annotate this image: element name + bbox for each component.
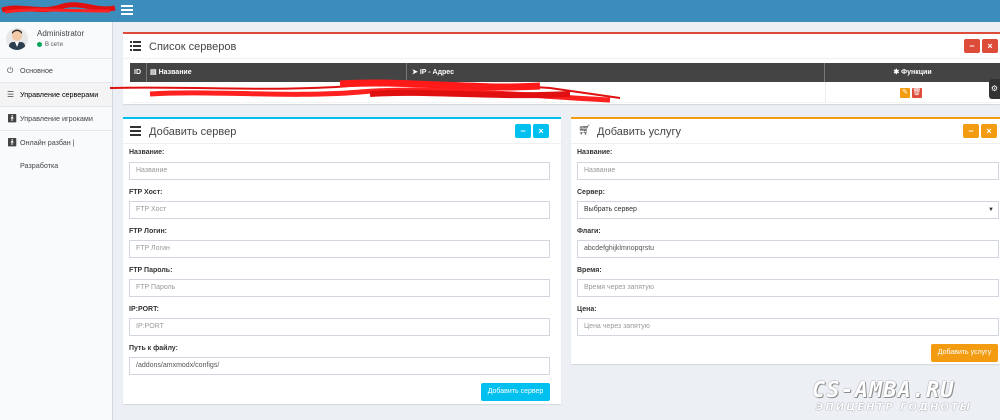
field-label: Время: bbox=[577, 267, 602, 274]
field-label: Название: bbox=[577, 149, 613, 156]
server-select-value: Выбрать сервер bbox=[584, 206, 637, 213]
watermark-logo: CS-AMBA.RU ЭПИЦЕНТР ГОДНОТЫ bbox=[812, 380, 992, 420]
redacted-logo-scribble bbox=[1, 2, 116, 14]
sidebar-item-label: Управление серверами bbox=[20, 90, 99, 99]
sidebar-item-main[interactable]: ⏻ Основное bbox=[0, 58, 112, 82]
sidebar-item-online-unban[interactable]: 🚹︎ Онлайн разбан | Разработка bbox=[0, 130, 112, 170]
add-service-button[interactable]: Добавить услугу bbox=[931, 344, 998, 362]
close-button[interactable]: × bbox=[533, 124, 549, 138]
file-path-input[interactable]: /addons/amxmodx/configs/ bbox=[129, 357, 550, 375]
top-navbar bbox=[0, 0, 1000, 22]
field-label: FTP Логин: bbox=[129, 228, 168, 235]
avatar bbox=[6, 28, 28, 50]
add-server-header: Добавить сервер − × bbox=[123, 119, 561, 144]
watermark-line2: ЭПИЦЕНТР ГОДНОТЫ bbox=[816, 402, 973, 413]
location-arrow-icon: ➤ bbox=[412, 69, 418, 76]
delete-button[interactable]: 🗑︎ bbox=[912, 88, 922, 98]
online-dot-icon bbox=[37, 42, 42, 47]
list-icon bbox=[130, 41, 141, 51]
collapse-button[interactable]: − bbox=[515, 124, 531, 138]
sidebar: Administrator В сети ⏻ Основное ☰ Управл… bbox=[0, 22, 113, 420]
box-title: Список серверов bbox=[149, 41, 237, 53]
asterisk-icon: ✱ bbox=[893, 69, 900, 76]
price-input[interactable]: Цена через запятую bbox=[577, 318, 999, 336]
user-name: Administrator bbox=[37, 29, 85, 38]
field-label: FTP Хост: bbox=[129, 189, 163, 196]
power-icon: ⏻ bbox=[7, 66, 14, 75]
watermark-line1: CS-AMBA.RU bbox=[812, 378, 955, 403]
add-server-box: Добавить сервер − × Название: Название F… bbox=[123, 117, 561, 404]
add-service-header: 🛒︎ Добавить услугу − × bbox=[571, 119, 1000, 144]
collapse-button[interactable]: − bbox=[963, 124, 979, 138]
service-name-input[interactable]: Название bbox=[577, 162, 999, 180]
user-panel: Administrator В сети bbox=[0, 22, 112, 58]
field-label: Путь к файлу: bbox=[129, 345, 178, 352]
time-input[interactable]: Время через запятую bbox=[577, 279, 999, 297]
field-label: FTP Пароль: bbox=[129, 267, 173, 274]
add-server-button[interactable]: Добавить сервер bbox=[481, 383, 550, 401]
edit-button[interactable]: ✎ bbox=[900, 88, 910, 98]
server-name-input[interactable]: Название bbox=[129, 162, 550, 180]
ftp-host-input[interactable]: FTP Хост bbox=[129, 201, 550, 219]
sidebar-item-server-management[interactable]: ☰ Управление серверами bbox=[0, 82, 112, 106]
sidebar-item-label: Управление игроками bbox=[20, 114, 93, 123]
field-label: Название: bbox=[129, 149, 165, 156]
ftp-login-input[interactable]: FTP Логин bbox=[129, 240, 550, 258]
dropdown-arrow-icon: ▼ bbox=[988, 207, 994, 213]
close-button[interactable]: × bbox=[981, 124, 997, 138]
flags-input[interactable]: abcdefghijklmnopqrstu bbox=[577, 240, 999, 258]
sidebar-toggle-icon[interactable] bbox=[121, 5, 133, 16]
list-small-icon: ▤ bbox=[150, 69, 157, 76]
ip-port-input[interactable]: IP:PORT bbox=[129, 318, 550, 336]
user-status: В сети bbox=[37, 42, 63, 48]
field-label: IP:PORT: bbox=[129, 306, 159, 313]
server-list-icon: ☰ bbox=[7, 90, 15, 99]
collapse-button[interactable]: − bbox=[964, 39, 980, 53]
close-button[interactable]: × bbox=[982, 39, 998, 53]
settings-gear-icon[interactable]: ⚙ bbox=[989, 79, 1000, 99]
field-label: Цена: bbox=[577, 306, 597, 313]
cart-icon: 🛒︎ bbox=[578, 125, 591, 136]
server-add-icon bbox=[130, 126, 141, 136]
col-functions: ✱ Функции bbox=[825, 63, 1000, 82]
field-label: Сервер: bbox=[577, 189, 605, 196]
sidebar-item-label: Основное bbox=[20, 66, 53, 75]
person-icon: 🚹︎ bbox=[7, 138, 18, 147]
add-service-box: 🛒︎ Добавить услугу − × Название: Названи… bbox=[571, 117, 1000, 364]
sidebar-item-player-management[interactable]: 🚹︎ Управление игроками bbox=[0, 106, 112, 130]
server-select[interactable]: Выбрать сервер ▼ bbox=[577, 201, 999, 219]
field-label: Флаги: bbox=[577, 228, 601, 235]
box-title: Добавить сервер bbox=[149, 126, 237, 138]
person-icon: 🚹︎ bbox=[7, 114, 18, 123]
sidebar-item-label: Онлайн разбан | Разработка bbox=[20, 138, 75, 170]
ftp-password-input[interactable]: FTP Пароль bbox=[129, 279, 550, 297]
server-list-header: Список серверов − × bbox=[123, 34, 1000, 59]
box-title: Добавить услугу bbox=[597, 126, 681, 138]
redaction-scribble bbox=[110, 79, 621, 103]
